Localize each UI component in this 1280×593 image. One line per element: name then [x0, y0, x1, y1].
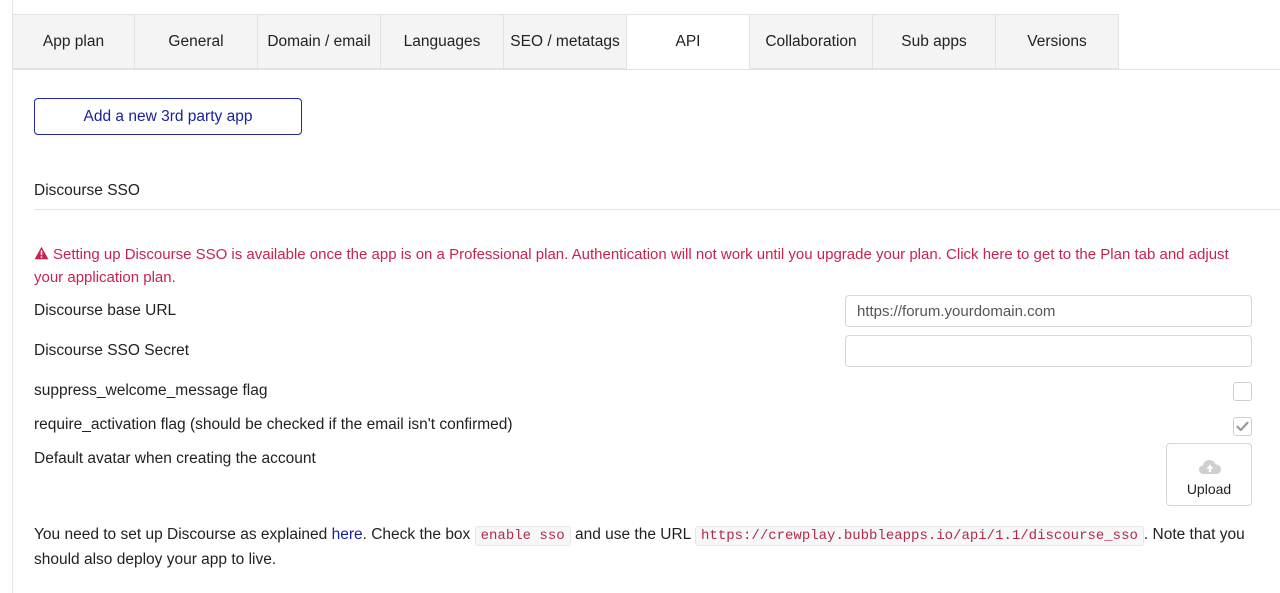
checkmark-icon	[1236, 421, 1249, 432]
upload-label: Upload	[1186, 481, 1232, 497]
suppress-welcome-label: suppress_welcome_message flag	[34, 382, 268, 399]
tab-collaboration[interactable]: Collaboration	[750, 14, 873, 69]
enable-sso-code: enable sso	[474, 526, 571, 546]
tab-sub-apps[interactable]: Sub apps	[873, 14, 996, 69]
tab-seo-metatags[interactable]: SEO / metatags	[504, 14, 627, 69]
note-text-1: You need to set up Discourse as explaine…	[34, 526, 332, 543]
discourse-help-link[interactable]: here	[332, 526, 363, 543]
tab-app-plan[interactable]: App plan	[12, 14, 135, 69]
add-third-party-app-button[interactable]: Add a new 3rd party app	[34, 98, 302, 135]
tab-api[interactable]: API	[627, 14, 750, 69]
tab-languages[interactable]: Languages	[381, 14, 504, 69]
require-activation-checkbox[interactable]	[1233, 417, 1252, 436]
require-activation-label: require_activation flag (should be check…	[34, 416, 513, 433]
tab-divider	[12, 69, 1280, 70]
sso-secret-input[interactable]	[845, 335, 1252, 367]
warning-text: Setting up Discourse SSO is available on…	[34, 246, 1229, 286]
settings-tabs: App plan General Domain / email Language…	[12, 14, 1119, 70]
tab-versions[interactable]: Versions	[996, 14, 1119, 69]
default-avatar-label: Default avatar when creating the account	[34, 450, 316, 467]
cloud-upload-icon	[1199, 460, 1221, 474]
sso-endpoint-url-code: https://crewplay.bubbleapps.io/api/1.1/d…	[695, 526, 1144, 546]
avatar-upload-button[interactable]: Upload	[1166, 443, 1252, 506]
base-url-input[interactable]	[845, 295, 1252, 327]
plan-warning[interactable]: Setting up Discourse SSO is available on…	[34, 243, 1254, 289]
tab-domain-email[interactable]: Domain / email	[258, 14, 381, 69]
sso-secret-label: Discourse SSO Secret	[34, 342, 190, 359]
warning-triangle-icon	[34, 246, 49, 260]
base-url-label: Discourse base URL	[34, 302, 177, 319]
tab-general[interactable]: General	[135, 14, 258, 69]
note-text-3: and use the URL	[570, 526, 696, 543]
section-title: Discourse SSO	[34, 182, 140, 199]
setup-note: You need to set up Discourse as explaine…	[34, 523, 1270, 572]
suppress-welcome-checkbox[interactable]	[1233, 382, 1252, 401]
section-divider	[34, 209, 1280, 210]
note-text-2: . Check the box	[362, 526, 475, 543]
